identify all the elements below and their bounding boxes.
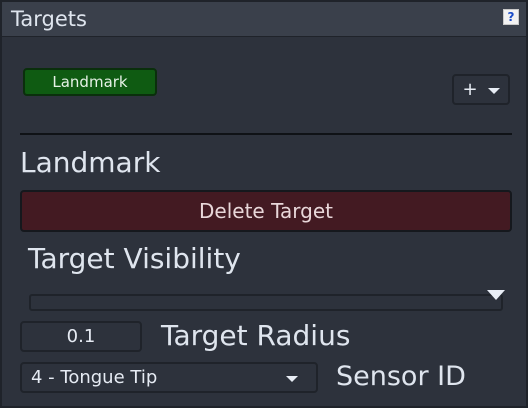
chevron-down-icon: [286, 376, 298, 382]
target-visibility-label: Target Visibility: [28, 242, 241, 275]
plus-icon: +: [462, 78, 478, 100]
help-icon[interactable]: ?: [503, 9, 519, 25]
target-chip-landmark[interactable]: Landmark: [23, 68, 157, 96]
slider-handle[interactable]: [487, 290, 505, 300]
target-radius-label: Target Radius: [161, 319, 351, 352]
chevron-down-icon: [487, 87, 500, 94]
panel-title: Targets: [11, 7, 87, 31]
sensor-id-value: 4 - Tongue Tip: [31, 367, 158, 388]
target-chip-label: Landmark: [52, 73, 128, 91]
selected-target-title: Landmark: [20, 146, 161, 179]
sensor-id-label: Sensor ID: [336, 361, 466, 392]
target-radius-input[interactable]: 0.1: [20, 321, 142, 352]
target-visibility-slider[interactable]: [29, 290, 505, 311]
section-divider: [20, 133, 512, 135]
targets-panel: Targets ? Landmark + Landmark Delete Tar…: [0, 0, 528, 408]
delete-target-button[interactable]: Delete Target: [20, 190, 512, 232]
delete-target-label: Delete Target: [199, 199, 333, 223]
sensor-id-select[interactable]: 4 - Tongue Tip: [20, 362, 318, 393]
add-target-button[interactable]: +: [452, 74, 510, 105]
panel-titlebar: Targets ?: [2, 2, 526, 37]
